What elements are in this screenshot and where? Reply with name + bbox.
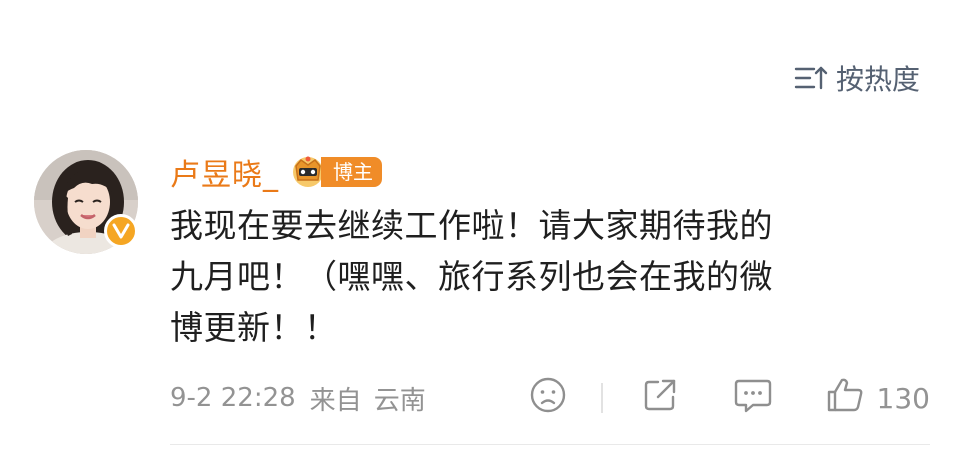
comment-header: 卢昱晓_ 博主: [170, 150, 382, 194]
comment-text: 我现在要去继续工作啦！请大家期待我的 九月吧！（嘿嘿、旅行系列也会在我的微 博更…: [170, 206, 773, 347]
divider: [170, 444, 930, 445]
thumbs-up-icon: [825, 376, 865, 421]
action-divider: [600, 383, 603, 413]
share-icon: [641, 376, 679, 421]
comment-icon: [733, 376, 773, 421]
username-link[interactable]: 卢昱晓_: [170, 150, 279, 194]
like-button[interactable]: 130: [825, 376, 930, 421]
verified-v-icon: [104, 214, 138, 248]
like-count: 130: [876, 381, 930, 415]
share-button[interactable]: [641, 376, 679, 421]
comment-meta: 9-2 22:28 来自 云南 130: [170, 374, 930, 422]
sort-label: 按热度: [835, 63, 920, 96]
react-button[interactable]: [529, 376, 567, 421]
comment-location: 云南: [373, 385, 426, 416]
comment-time: 9-2 22:28: [170, 383, 296, 413]
comment-source: 来自: [309, 385, 362, 416]
comment-actions: 130: [529, 374, 930, 422]
host-badge: 博主: [289, 154, 382, 190]
host-badge-label: 博主: [321, 157, 382, 187]
sad-face-icon: [529, 376, 567, 421]
avatar-container[interactable]: [34, 150, 138, 254]
comment-button[interactable]: [733, 376, 773, 421]
sort-lines-arrow-icon: [794, 64, 828, 92]
sort-by-hot-button[interactable]: 按热度: [794, 58, 920, 98]
